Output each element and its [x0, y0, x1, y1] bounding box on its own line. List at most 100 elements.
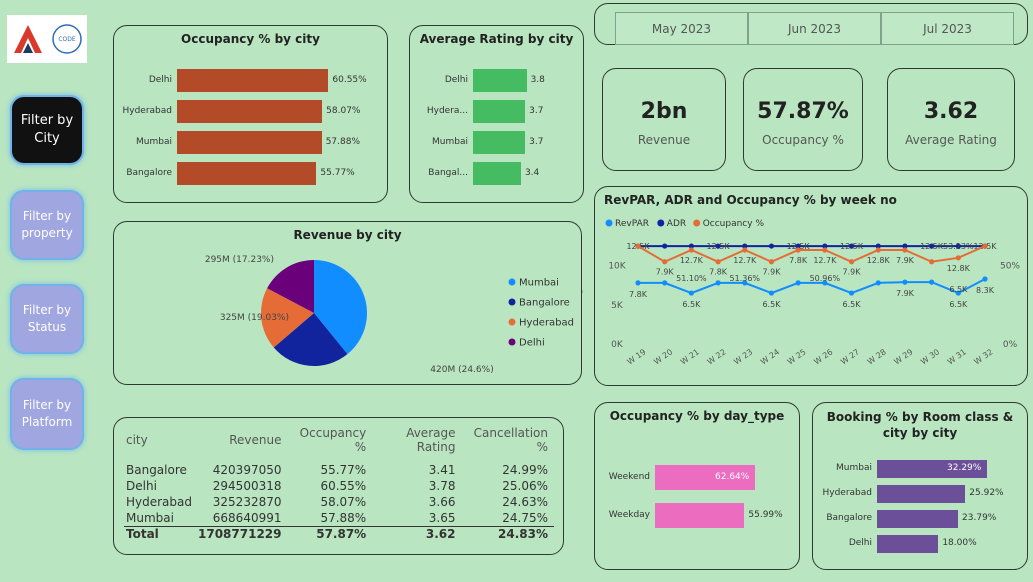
series-point[interactable] [715, 280, 721, 286]
table-header[interactable]: city [124, 426, 198, 462]
series-point[interactable] [822, 247, 828, 253]
series-point[interactable] [929, 259, 935, 265]
data-label: 55.99% [748, 509, 783, 520]
series-point[interactable] [848, 290, 855, 296]
series-point[interactable] [768, 243, 775, 249]
bar [877, 535, 939, 553]
legend-marker [693, 219, 701, 227]
series-point[interactable] [768, 290, 775, 296]
kpi-revenue-card: 2bn Revenue [602, 68, 726, 171]
filter-city-button[interactable]: Filter by City [10, 95, 84, 165]
table-cell: 58.07% [320, 495, 367, 509]
category-label: Mumbai [136, 136, 172, 147]
table-cell: 420397050 [212, 463, 282, 477]
legend-label[interactable]: Delhi [519, 338, 545, 349]
category-label: Delhi [444, 74, 468, 85]
table-row: Mumbai 668640991 57.88% 3.65 24.75% [124, 510, 554, 526]
series-point[interactable] [688, 290, 694, 296]
category-label: Weekday [608, 509, 650, 520]
table-cell: 25.06% [502, 479, 548, 493]
filter-platform-button[interactable]: Filter by Platform [10, 378, 84, 450]
legend-label: RevPAR [615, 219, 649, 229]
annotation-label: 51.36% [730, 274, 761, 283]
series-point[interactable] [955, 255, 961, 261]
category-label: Bangal... [428, 167, 468, 178]
table-row: Delhi 294500318 60.55% 3.78 25.06% [124, 478, 554, 494]
series-point[interactable] [688, 247, 694, 253]
day-type-card: Occupancy % by day_type Weekend 62.64% Wee… [594, 402, 800, 570]
weekly-trend-card: RevPAR, ADR and Occupancy % by week no R… [594, 186, 1028, 386]
table-cell: 55.77% [320, 463, 367, 477]
series-point[interactable] [848, 259, 855, 265]
legend-label[interactable]: Bangalore [519, 298, 570, 309]
month-jun-button[interactable]: Jun 2023 [748, 12, 881, 45]
series-point[interactable] [715, 259, 721, 265]
table-header[interactable]: Cancellation % [461, 426, 554, 462]
table-row: Hyderabad 325232870 58.07% 3.66 24.63% [124, 494, 554, 510]
series-point[interactable] [902, 279, 908, 285]
kpi-rating-card: 3.62 Average Rating [887, 68, 1015, 171]
data-label: 55.77% [320, 167, 355, 178]
series-point[interactable] [902, 247, 908, 253]
series-point[interactable] [662, 259, 668, 265]
table-cell: 3.65 [428, 510, 456, 525]
x-tick-label: W 19 [626, 347, 648, 366]
category-label: Delhi [148, 74, 172, 85]
point-label: 7.8K [709, 268, 728, 277]
series-point[interactable] [875, 280, 881, 286]
series-point[interactable] [982, 243, 988, 249]
series-point[interactable] [635, 280, 641, 286]
bar [877, 510, 959, 528]
legend-marker [605, 219, 613, 227]
legend-marker [657, 219, 665, 227]
category-label: Delhi [848, 538, 872, 548]
kpi-label: Occupancy % [762, 133, 844, 147]
point-label: 7.9K [896, 289, 915, 298]
table-cell: 668640991 [212, 510, 282, 525]
dashboard: CODE Filter by City Filter by property F… [0, 0, 1033, 582]
series-point[interactable] [795, 247, 801, 253]
room-class-bars: Mumbai 32.29% Hyderabad 25.92% Bangalore 23.7… [813, 403, 1027, 569]
table-cell: Total [124, 525, 198, 542]
bar [177, 100, 323, 123]
series-point[interactable] [875, 247, 881, 253]
month-jul-button[interactable]: Jul 2023 [881, 12, 1014, 45]
point-label: 12.7K [680, 256, 704, 265]
data-label: 32.29% [947, 463, 982, 473]
table-header[interactable]: Revenue [198, 426, 288, 462]
rating-by-city-card: Average Rating by city Delhi 3.8 Hydera...… [409, 25, 584, 203]
point-label: 6.5K [682, 300, 701, 309]
legend-label[interactable]: Mumbai [519, 278, 559, 289]
table-cell: 57.88% [320, 510, 367, 525]
series-point[interactable] [662, 243, 668, 249]
series-point[interactable] [929, 279, 935, 285]
kpi-label: Average Rating [905, 133, 997, 147]
series-point[interactable] [982, 276, 988, 282]
y-tick-label: 0K [611, 340, 624, 350]
pie-data-label: 420M (24.6%) [430, 365, 493, 375]
month-may-button[interactable]: May 2023 [615, 12, 748, 45]
bar [655, 503, 745, 528]
x-tick-label: W 31 [946, 347, 968, 366]
codebasics-logo-icon: CODE [52, 24, 82, 54]
legend-label[interactable]: Hyderabad [519, 318, 574, 329]
category-label: Hyderabad [822, 488, 873, 498]
bar [177, 162, 317, 185]
point-label: 7.9K [843, 268, 862, 277]
series-point[interactable] [742, 247, 748, 253]
category-label: Bangalore [826, 513, 872, 523]
revenue-pie-chart: 669M (39.13%) Mumbai 420M (24.6%) Bangalore… [205, 255, 583, 375]
table-cell: Delhi [126, 479, 157, 493]
annotation-label: 6.5K [949, 285, 968, 294]
series-point[interactable] [635, 243, 641, 249]
table-cell: 24.83% [461, 525, 554, 542]
filter-property-button[interactable]: Filter by property [10, 190, 84, 260]
series-point[interactable] [795, 280, 801, 286]
series-point[interactable] [662, 280, 668, 286]
filter-status-button[interactable]: Filter by Status [10, 284, 84, 354]
table-header[interactable]: Average Rating [372, 426, 461, 462]
x-tick-label: W 32 [973, 347, 995, 366]
table-header[interactable]: Occupancy % [288, 426, 373, 462]
x-tick-label: W 23 [732, 347, 754, 366]
series-point[interactable] [768, 259, 775, 265]
